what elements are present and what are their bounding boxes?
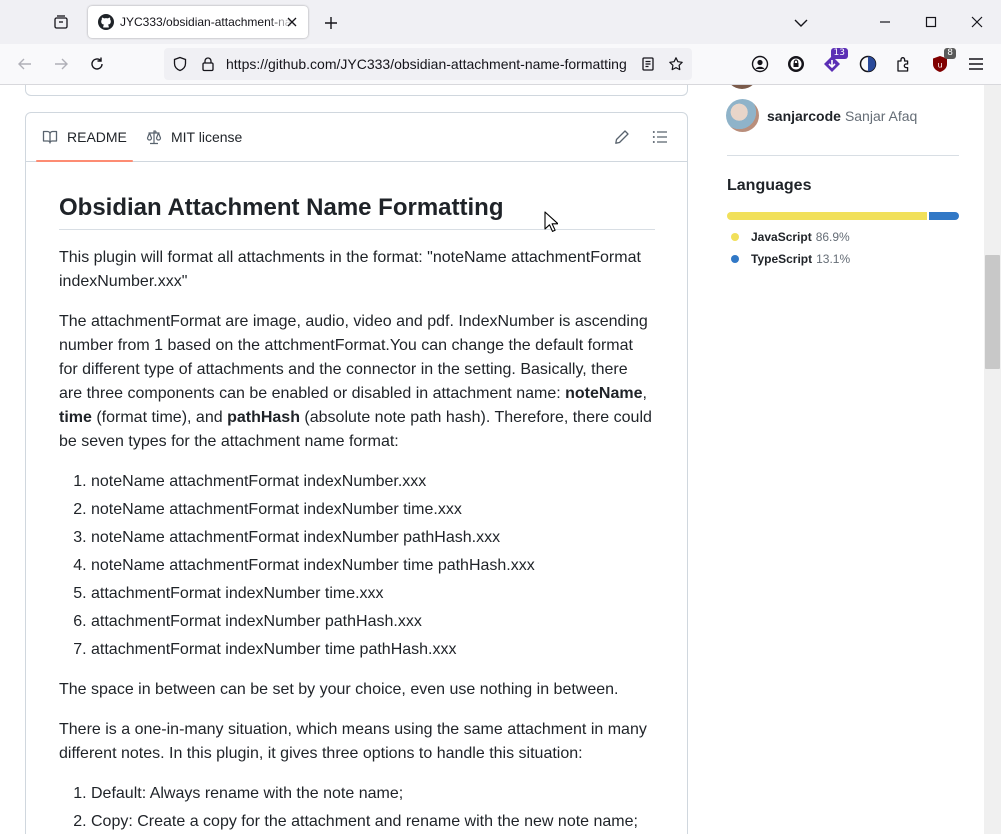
browser-tab-strip: JYC333/obsidian-attachment-name-formatti… bbox=[0, 0, 1001, 44]
readme-title: Obsidian Attachment Name Formatting bbox=[59, 193, 655, 230]
list-item: attachmentFormat indexNumber time.xxx bbox=[91, 582, 655, 606]
tab-title: JYC333/obsidian-attachment-name-formatti… bbox=[120, 15, 294, 29]
space-note-paragraph: The space in between can be set by your … bbox=[59, 681, 619, 698]
tab-readme[interactable]: README bbox=[36, 113, 133, 162]
languages-bar bbox=[727, 212, 959, 220]
firefox-view-icon[interactable] bbox=[48, 10, 74, 34]
javascript-bar-segment bbox=[727, 212, 927, 220]
readme-panel: README MIT license Obsidian Attachment N… bbox=[25, 112, 688, 834]
bold-pathhash: pathHash bbox=[227, 409, 300, 426]
language-javascript[interactable]: JavaScript 86.9% bbox=[731, 230, 850, 244]
extensions-puzzle-icon[interactable] bbox=[892, 52, 916, 76]
list-item: Default: Always rename with the note nam… bbox=[91, 782, 655, 806]
language-typescript[interactable]: TypeScript 13.1% bbox=[731, 252, 850, 266]
bold-notename: noteName bbox=[565, 385, 643, 402]
readme-header: README MIT license bbox=[26, 113, 687, 162]
tab-mit-license-label: MIT license bbox=[171, 129, 243, 145]
options-list: Default: Always rename with the note nam… bbox=[59, 782, 655, 834]
page-viewport: README MIT license Obsidian Attachment N… bbox=[0, 85, 984, 834]
mouse-pointer-icon bbox=[544, 211, 558, 232]
password-manager-icon[interactable] bbox=[784, 52, 808, 76]
list-all-tabs-icon[interactable] bbox=[790, 12, 812, 34]
page-scrollbar[interactable] bbox=[984, 85, 1001, 834]
languages-heading: Languages bbox=[727, 177, 812, 194]
new-tab-icon[interactable] bbox=[320, 12, 342, 34]
bookmark-star-icon[interactable] bbox=[668, 56, 684, 72]
close-tab-icon[interactable] bbox=[284, 14, 300, 30]
tab-mit-license[interactable]: MIT license bbox=[146, 113, 242, 161]
scrollbar-thumb[interactable] bbox=[985, 255, 1000, 369]
sidebar-divider bbox=[727, 155, 959, 156]
maximize-icon[interactable] bbox=[916, 8, 946, 36]
law-scale-icon bbox=[146, 129, 162, 145]
github-favicon-icon bbox=[98, 14, 114, 30]
language-name: TypeScript bbox=[751, 252, 813, 266]
list-item: noteName attachmentFormat indexNumber pa… bbox=[91, 526, 655, 550]
outline-list-icon[interactable] bbox=[651, 128, 669, 146]
address-bar[interactable]: https://github.com/JYC333/obsidian-attac… bbox=[164, 48, 692, 80]
account-icon[interactable] bbox=[748, 52, 772, 76]
downloads-badge: 13 bbox=[830, 48, 848, 59]
language-percent: 13.1% bbox=[816, 252, 851, 266]
language-name: JavaScript bbox=[751, 230, 812, 244]
typescript-bar-segment bbox=[929, 212, 959, 220]
description-text: The attachmentFormat are image, audio, v… bbox=[59, 313, 648, 402]
reload-icon[interactable] bbox=[85, 52, 109, 76]
edit-pencil-icon[interactable] bbox=[613, 128, 631, 146]
intro-paragraph: This plugin will format all attachments … bbox=[59, 249, 641, 290]
bold-time: time bbox=[59, 409, 92, 426]
downloads-extension-icon[interactable]: 13 bbox=[820, 48, 848, 76]
active-tab[interactable]: JYC333/obsidian-attachment-name-formatti… bbox=[88, 6, 308, 38]
contributor-row[interactable]: sanjarcode Sanjar Afaq bbox=[726, 99, 917, 132]
lock-icon[interactable] bbox=[200, 56, 216, 72]
previous-section-box bbox=[25, 85, 688, 96]
ublock-origin-icon[interactable]: u 8 bbox=[928, 48, 956, 76]
close-window-icon[interactable] bbox=[962, 8, 992, 36]
ublock-badge: 8 bbox=[944, 48, 956, 59]
contributor-name: Sanjar Afaq bbox=[844, 107, 918, 124]
back-arrow-icon[interactable] bbox=[13, 52, 37, 76]
contributor-avatar-partial[interactable] bbox=[726, 85, 758, 89]
forward-arrow-icon[interactable] bbox=[49, 52, 73, 76]
tab-readme-label: README bbox=[67, 129, 127, 145]
javascript-color-dot bbox=[731, 233, 739, 241]
contributor-login[interactable]: sanjarcode bbox=[767, 108, 841, 124]
list-item: noteName attachmentFormat indexNumber ti… bbox=[91, 554, 655, 578]
reader-view-icon[interactable] bbox=[640, 56, 656, 72]
format-list: noteName attachmentFormat indexNumber.xx… bbox=[59, 470, 655, 662]
book-icon bbox=[42, 129, 58, 145]
list-item: Copy: Create a copy for the attachment a… bbox=[91, 810, 655, 834]
description-text-2: (format time), and bbox=[91, 409, 228, 426]
list-item: noteName attachmentFormat indexNumber ti… bbox=[91, 498, 655, 522]
typescript-color-dot bbox=[731, 255, 739, 263]
list-item: attachmentFormat indexNumber pathHash.xx… bbox=[91, 610, 655, 634]
list-item: noteName attachmentFormat indexNumber.xx… bbox=[91, 470, 655, 494]
svg-text:u: u bbox=[937, 61, 942, 70]
dark-mode-extension-icon[interactable] bbox=[856, 52, 880, 76]
comma-separator: , bbox=[642, 385, 647, 402]
list-item: attachmentFormat indexNumber time pathHa… bbox=[91, 638, 655, 662]
url-text[interactable]: https://github.com/JYC333/obsidian-attac… bbox=[226, 56, 627, 72]
description-paragraph: The attachmentFormat are image, audio, v… bbox=[59, 310, 655, 454]
navigation-toolbar: https://github.com/JYC333/obsidian-attac… bbox=[0, 44, 1001, 85]
language-percent: 86.9% bbox=[815, 230, 850, 244]
minimize-icon[interactable] bbox=[870, 8, 900, 36]
readme-markdown-body: Obsidian Attachment Name Formatting This… bbox=[59, 193, 655, 834]
one-in-many-paragraph: There is a one-in-many situation, which … bbox=[59, 721, 647, 762]
app-menu-hamburger-icon[interactable] bbox=[964, 52, 988, 76]
avatar[interactable] bbox=[726, 99, 759, 132]
tracking-protection-shield-icon[interactable] bbox=[172, 56, 188, 72]
